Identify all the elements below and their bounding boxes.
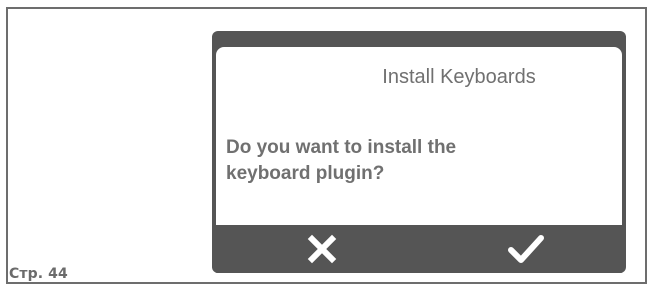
- check-icon: [508, 235, 544, 263]
- cancel-button[interactable]: [252, 225, 392, 273]
- page-number: Стр. 44: [9, 266, 68, 282]
- device-screen: Install Keyboards Do you want to install…: [212, 31, 626, 273]
- confirm-button[interactable]: [456, 225, 596, 273]
- dialog-message: Do you want to install the keyboard plug…: [226, 135, 586, 187]
- dialog-action-bar: [216, 225, 622, 273]
- dialog-message-line-2: keyboard plugin?: [226, 163, 385, 184]
- dialog-title: Install Keyboards: [382, 66, 536, 88]
- dialog-message-line-1: Do you want to install the: [226, 137, 457, 158]
- install-keyboards-dialog: Install Keyboards Do you want to install…: [216, 47, 622, 225]
- close-icon: [307, 234, 337, 264]
